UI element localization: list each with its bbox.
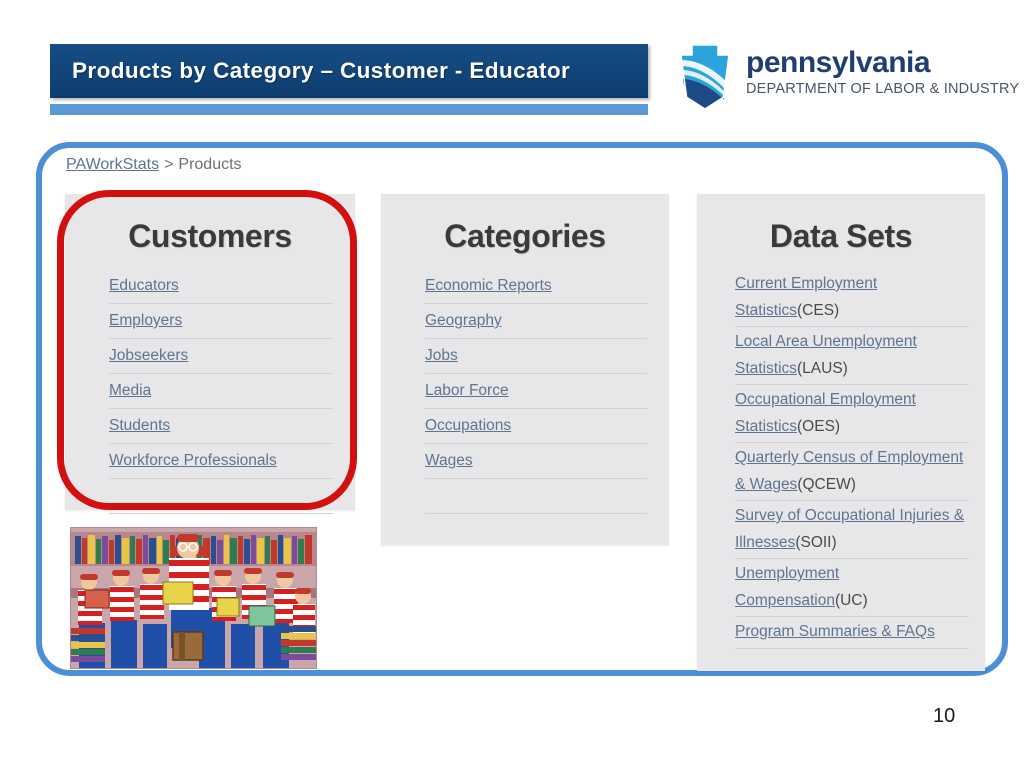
page-title: Products by Category – Customer - Educat… [72, 58, 571, 83]
datasets-link-abbreviation: (OES) [797, 417, 841, 435]
datasets-link[interactable]: Survey of Occupational Injuries & Illnes… [735, 507, 964, 551]
list-item: Local Area Unemployment Statistics(LAUS) [735, 327, 969, 385]
categories-panel-title: Categories [444, 218, 606, 254]
customers-link[interactable]: Employers [109, 312, 182, 329]
list-item: Survey of Occupational Injuries & Illnes… [735, 501, 969, 559]
categories-link[interactable]: Geography [425, 312, 502, 329]
datasets-link[interactable]: Unemployment Compensation [735, 565, 839, 609]
list-item: Economic Reports [425, 269, 647, 304]
list-item: Students [109, 409, 333, 444]
customers-link[interactable]: Media [109, 382, 151, 399]
list-item: Workforce Professionals [109, 444, 333, 479]
list-item: Quarterly Census of Employment & Wages(Q… [735, 443, 969, 501]
keystone-icon [668, 40, 742, 119]
list-item: Occupations [425, 409, 647, 444]
categories-link[interactable]: Economic Reports [425, 277, 552, 294]
list-item: Employers [109, 304, 333, 339]
categories-link[interactable]: Wages [425, 452, 473, 469]
customers-link[interactable]: Workforce Professionals [109, 452, 277, 469]
categories-link[interactable]: Occupations [425, 417, 511, 434]
categories-link[interactable]: Jobs [425, 347, 458, 364]
list-item: Jobs [425, 339, 647, 374]
breadcrumb-separator: > [164, 156, 174, 173]
breadcrumb: PAWorkStats > Products [66, 156, 242, 174]
categories-link-list: Economic Reports Geography Jobs Labor Force… [381, 269, 669, 514]
categories-link[interactable]: Labor Force [425, 382, 509, 399]
datasets-link[interactable]: Program Summaries & FAQs [735, 623, 935, 640]
list-item: Labor Force [425, 374, 647, 409]
list-spacer-row [109, 479, 333, 514]
list-item: Wages [425, 444, 647, 479]
list-spacer-row [425, 479, 647, 514]
customers-link[interactable]: Students [109, 417, 170, 434]
list-item: Media [109, 374, 333, 409]
datasets-link-abbreviation: (CES) [797, 301, 840, 319]
customers-link-list: Educators Employers Jobseekers Media Student… [65, 269, 355, 514]
list-item: Program Summaries & FAQs [735, 617, 969, 649]
logo-wordmark: pennsylvania DEPARTMENT OF LABOR & INDUS… [746, 46, 1020, 98]
list-item: Educators [109, 269, 333, 304]
list-item: Occupational Employment Statistics(OES) [735, 385, 969, 443]
datasets-link-abbreviation: (UC) [834, 591, 868, 609]
list-item: Geography [425, 304, 647, 339]
logo-department: DEPARTMENT OF LABOR & INDUSTRY [746, 81, 1020, 97]
customers-link[interactable]: Jobseekers [109, 347, 188, 364]
wheres-waldo-library-crowd-image [70, 527, 317, 669]
categories-panel: Categories Economic Reports Geography Jobs… [381, 194, 669, 545]
list-item: Unemployment Compensation(UC) [735, 559, 969, 617]
logo-name: pennsylvania [746, 46, 931, 79]
pennsylvania-logo: pennsylvania DEPARTMENT OF LABOR & INDUS… [668, 40, 1020, 119]
customers-panel: Customers Educators Employers Jobseekers Me… [65, 194, 355, 514]
list-item: Current Employment Statistics(CES) [735, 269, 969, 327]
title-accent-bar [50, 104, 648, 115]
page-number: 10 [933, 705, 956, 727]
breadcrumb-link-paworkstats[interactable]: PAWorkStats [66, 156, 159, 173]
datasets-link-list: Current Employment Statistics(CES) Local … [697, 269, 985, 649]
datasets-link-abbreviation: (SOII) [795, 533, 837, 551]
datasets-link-abbreviation: (QCEW) [797, 475, 856, 493]
list-item: Jobseekers [109, 339, 333, 374]
customers-link[interactable]: Educators [109, 277, 179, 294]
slide-title-bar: Products by Category – Customer - Educat… [50, 44, 648, 98]
datasets-panel-title: Data Sets [769, 218, 913, 254]
breadcrumb-current-products: Products [178, 156, 242, 173]
datasets-link-abbreviation: (LAUS) [797, 359, 848, 377]
customers-panel-title: Customers [128, 218, 292, 254]
datasets-panel: Data Sets Current Employment Statistics(… [697, 194, 985, 671]
